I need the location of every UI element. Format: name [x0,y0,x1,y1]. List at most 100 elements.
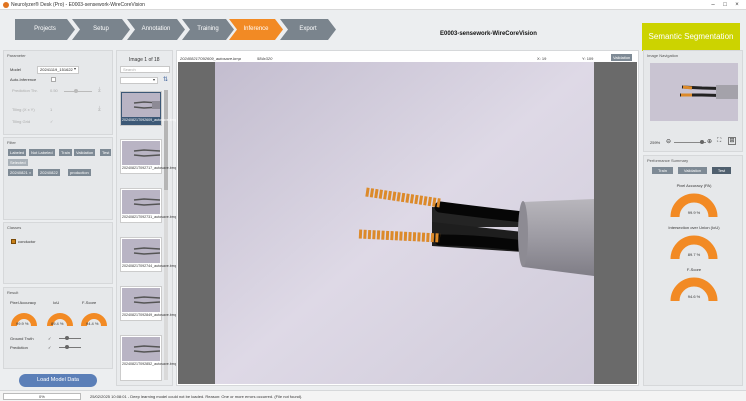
progress-text: 0% [39,394,45,399]
thumbnail-label: 20240821T092849_autosave.bmp [122,313,177,317]
expand-icon[interactable]: ⊞ [728,137,736,145]
metric-iou-value: 89.7 % [687,252,701,257]
metric-iou-label: Intersection over Union (IoU) [668,225,720,230]
app-logo-icon [3,2,9,8]
ground-truth-check-icon[interactable]: ✓ [48,336,51,341]
thumbnail-item[interactable]: 20240821T092744_autosave.bmp [120,237,177,272]
parameter-panel: Parameter Model 20241119_151622 ▾ Auto-I… [3,50,113,135]
maximize-icon[interactable]: □ [720,1,730,9]
filter-tag-test[interactable]: Test [100,149,112,156]
semantic-segmentation-button[interactable]: Semantic Segmentation [642,23,740,51]
download-icon-2[interactable]: ⤓ [98,106,101,113]
title-bar: Neurolyzer® Desk (Pro) - E0003-sensework… [0,0,746,10]
thumbnail-item[interactable]: 20240821T092852_autosave.bmp [120,335,177,381]
classes-panel: Classes conductor [3,222,113,284]
status-bar: 0% 25/02/2025 10:08:01 - Deep learning m… [0,390,746,401]
chevron-down-icon[interactable]: ▾ [74,66,76,71]
prediction-check-icon[interactable]: ✓ [48,345,51,350]
slider-handle[interactable] [65,345,69,349]
window-title: Neurolyzer® Desk (Pro) - E0003-sensework… [11,2,145,8]
image-search-input[interactable]: Search [120,66,170,73]
tiling-grid-label: Tiling Grid [12,119,31,124]
progress-bar: 0% [3,393,81,400]
fit-icon[interactable]: ⛶ [717,138,721,145]
step-setup[interactable]: Setup [72,19,130,40]
scrollbar-thumb[interactable] [164,90,168,190]
auto-inference-label: Auto-Inference [10,77,37,82]
slider-handle[interactable] [700,140,704,144]
step-training[interactable]: Training [182,19,234,40]
filter-tag-not-labeled[interactable]: Not Labeled [29,149,55,156]
image-total: 18 [154,57,160,63]
selected-tag-20240822[interactable]: 20240822 [38,169,60,176]
thumbnail-label: 20240821T092717_autosave.bmp [122,166,177,170]
prediction-slider[interactable] [59,347,81,348]
tab-test[interactable]: Test [712,167,731,174]
auto-inference-checkbox[interactable] [51,77,56,82]
navigation-preview[interactable] [650,63,739,121]
slider-handle[interactable] [74,89,78,93]
navigation-title: Image Navigation [647,53,679,58]
step-export[interactable]: Export [280,19,336,40]
cursor-x-label: X: [537,56,541,61]
model-value: 20241119_151622 [40,67,73,72]
ground-truth-slider[interactable] [59,338,81,339]
thumbnail-image [122,190,161,214]
thumbnail-image [122,337,161,361]
close-icon[interactable]: × [732,1,742,9]
sort-icon[interactable]: ⇅ [163,76,168,83]
navigation-thumbnail [680,85,739,99]
step-projects[interactable]: Projects [15,19,75,40]
step-annotation[interactable]: Annotation [127,19,185,40]
parameter-title: Parameter [7,53,26,58]
cursor-x-value: 19 [541,56,547,61]
tiling-value: 1 [50,107,53,112]
thumbnail-item[interactable]: 20240821T092731_autosave.bmp [120,188,177,223]
class-item-conductor[interactable]: conductor [18,239,36,244]
result-pa-label: Pixel Accuracy [10,300,37,305]
workflow-bar: Projects Setup Annotation Training Infer… [0,10,746,51]
tiling-grid-check-icon[interactable]: ✓ [50,119,53,124]
filter-panel: Filter Labeled Not Labeled Train Validat… [3,137,113,220]
download-icon[interactable]: ⤓ [98,87,101,94]
chevron-down-icon[interactable]: ▾ [153,77,155,82]
load-model-data-button[interactable]: Load Model Data [19,374,97,387]
slider-handle[interactable] [65,336,69,340]
metric-pa-label: Pixel Accuracy (PA) [676,183,712,188]
classes-title: Classes [7,225,22,230]
thumbnail-label: 20240821T092609_autosave.bmp [122,118,177,122]
metric-fscore-gauge [670,277,718,302]
image-list-scrollbar[interactable] [164,90,168,380]
thumbnail-item[interactable]: 20240821T092849_autosave.bmp [120,286,177,321]
result-fscore-value: 94.4 % [86,321,99,326]
step-inference[interactable]: Inference [229,19,283,40]
zoom-out-icon[interactable]: ⊖ [666,138,671,145]
selected-tag-20240821[interactable]: 20240821 × [8,169,34,176]
thumbnail-filename: 20240821T092849_autosave.bmp [122,313,177,317]
result-iou-label: IoU [53,300,60,305]
minimize-icon[interactable]: – [708,1,718,9]
image-canvas[interactable] [178,62,637,384]
performance-panel: Performance Summary Train Validation Tes… [643,155,743,386]
validation-tag[interactable]: Validation [611,54,633,61]
filter-tag-labeled[interactable]: Labeled [8,149,27,156]
ground-truth-label: Ground Truth [10,336,34,341]
metric-iou-gauge [670,235,718,260]
tab-train[interactable]: Train [652,167,673,174]
selected-tag-production[interactable]: production [68,169,91,176]
model-select[interactable]: 20241119_151622 [37,66,79,74]
tab-validation[interactable]: Validation [678,167,707,174]
thumbnail-item[interactable]: 20240821T092717_autosave.bmp [120,139,177,174]
filter-tag-train[interactable]: Train [59,149,72,156]
zoom-in-icon[interactable]: ⊕ [707,138,712,145]
prediction-thr-slider[interactable] [64,91,92,92]
result-title: Result [7,290,19,295]
metric-pa-gauge [670,193,718,218]
filter-tag-validation[interactable]: Validation [74,149,96,156]
cursor-x: X: 19 [537,56,546,61]
image-counter: Image 1 of 18 [129,57,160,63]
thumbnail-item[interactable]: 20240821T092609_autosave.bmp [120,91,177,126]
filter-title: Filter [7,140,16,145]
class-color-swatch [11,239,16,244]
thumbnail-filename: 20240821T092731_autosave.bmp [122,215,177,219]
